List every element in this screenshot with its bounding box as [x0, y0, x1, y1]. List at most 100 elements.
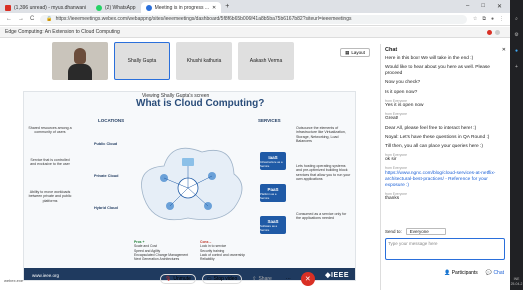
tab-whatsapp[interactable]: (2) WhatsApp — [91, 2, 141, 13]
chat-message: Till then, you all can place your querie… — [385, 143, 483, 149]
pros-list: Pros + Scale and Cost Speed and Agility … — [134, 240, 188, 261]
new-tab-button[interactable]: + — [221, 3, 233, 10]
chat-message: Would like to hear about you here as wel… — [385, 65, 490, 77]
lock-icon: 🔒 — [46, 16, 53, 22]
participant-video-tile[interactable] — [52, 42, 108, 80]
close-window-button[interactable]: ✕ — [497, 3, 502, 10]
meeting-stage: Shally Gupta Khushi kathuria Aakash Verm… — [0, 38, 380, 281]
reload-button[interactable]: C — [30, 16, 34, 22]
slide-title: What is Cloud Computing? — [136, 98, 265, 109]
close-tab-icon[interactable]: ✕ — [212, 5, 216, 11]
extensions-icon[interactable]: ⧉ — [482, 16, 486, 22]
ieee-logo: ◆IEEE — [325, 272, 349, 279]
chat-panel: Chat ✕ Here in this box! We will take in… — [380, 44, 510, 290]
status-text: webex.exe — [4, 278, 24, 283]
minimize-button[interactable]: – — [466, 3, 469, 10]
chat-message: from Everyone Great! — [385, 112, 408, 122]
gmail-icon — [5, 4, 11, 11]
participant-tiles: Shally Gupta Khushi kathuria Aakash Verm… — [52, 42, 294, 80]
chat-message: Here in this box! We will take in the en… — [385, 56, 474, 61]
mic-muted-icon: 🎙 — [165, 276, 172, 282]
tab-label: Meeting is in progress ... — [154, 4, 210, 11]
panel-buttons: 👤 Participants 💬 Chat — [380, 270, 510, 276]
right-note-paas: Lets hosting operating systems and pre-o… — [296, 164, 351, 181]
location-public: Public Cloud — [94, 142, 118, 146]
share-button[interactable]: ⇧ Share — [248, 275, 276, 283]
participant-tile-khushi[interactable]: Khushi kathuria — [176, 42, 232, 80]
right-note-saas: Consumed as a service only for the appli… — [296, 212, 347, 221]
services-heading: SERVICES — [258, 118, 281, 123]
layout-button[interactable]: ▦ Layout — [340, 48, 370, 57]
send-to-select[interactable]: Everyone — [405, 228, 446, 235]
leave-meeting-button[interactable]: ✕ — [300, 272, 315, 286]
participant-name: Khushi kathuria — [186, 58, 222, 64]
server-icon — [182, 158, 194, 166]
participant-tile-aakash[interactable]: Aakash Verma — [238, 42, 294, 80]
more-options-button[interactable]: ··· — [282, 275, 295, 283]
menu-icon[interactable]: ⋮ — [499, 16, 504, 22]
chat-message: Dear All, please feel free to interact h… — [385, 125, 477, 131]
service-saas: SaaS Software as a Service — [260, 216, 286, 234]
system-clock: INE 25-04-2 — [510, 277, 523, 286]
pro-item: Next Generation Architectures — [134, 257, 180, 261]
edge-icon[interactable]: ● — [515, 48, 518, 54]
chat-message: from Everyone Yes it is open now — [385, 98, 424, 108]
cons-list: Cons – Lock in to service Security train… — [200, 240, 245, 261]
chat-message: from Everyone ok sir — [385, 153, 408, 163]
chat-message: from Everyone thanks — [385, 191, 408, 202]
participants-icon: 👤 — [444, 270, 451, 276]
participants-button[interactable]: 👤 Participants — [444, 270, 478, 276]
left-note-private: Service that is controlled and exclusive… — [30, 158, 70, 167]
gear-icon[interactable]: ⚙ — [514, 32, 518, 38]
chat-button[interactable]: 💬 Chat — [486, 270, 504, 276]
right-note-iaas: Outsource the elements of infrastructure… — [296, 126, 346, 143]
left-note-hybrid: Ability to move workloads between privat… — [28, 190, 72, 203]
send-to-label: Send to: — [385, 229, 402, 234]
chat-close-icon[interactable]: ✕ — [502, 47, 506, 53]
chat-message: Is it open now? — [385, 89, 418, 95]
chat-message: Now you check? — [385, 80, 421, 86]
chat-link[interactable]: https://www.ngnc.com/blog/cloud-services… — [385, 171, 506, 189]
tab-webex-meeting[interactable]: Meeting is in progress ... ✕ — [140, 2, 222, 13]
participant-name: Aakash Verma — [249, 58, 283, 64]
browser-tab-bar: (1,396 unread) - myus.dhanwani (2) Whats… — [0, 0, 510, 13]
service-iaas: IaaS Infrastructure as a Service — [260, 152, 286, 170]
chat-icon: 💬 — [485, 270, 493, 276]
forward-button[interactable]: → — [18, 16, 24, 22]
tab-gmail[interactable]: (1,396 unread) - myus.dhanwani — [0, 2, 91, 13]
back-button[interactable]: ← — [6, 16, 12, 22]
share-icon: ⇧ — [252, 276, 257, 282]
maximize-button[interactable]: □ — [481, 3, 485, 10]
profile-avatar[interactable]: ● — [491, 16, 494, 22]
chat-message: Noyal: Let's have these questions in QA … — [385, 134, 490, 140]
participant-tile-shally[interactable]: Shally Gupta — [114, 42, 170, 80]
stop-video-button[interactable]: ▭ Stop video — [201, 274, 243, 284]
bookmark-star-icon[interactable]: ☆ — [473, 16, 477, 22]
tab-label: (2) WhatsApp — [105, 4, 136, 11]
camera-icon: ▭ — [206, 276, 212, 282]
con-item: Reliability — [200, 257, 215, 261]
location-hybrid: Hybrid Cloud — [94, 206, 118, 210]
chat-heading: Chat — [385, 47, 398, 53]
search-icon[interactable]: ⌕ — [515, 16, 518, 22]
chat-message-input[interactable]: Type your message here — [385, 238, 505, 260]
plus-icon[interactable]: + — [515, 64, 518, 70]
whatsapp-icon — [96, 4, 102, 11]
url-field[interactable]: 🔒 https://ieeemeetings.webex.com/webappng… — [40, 14, 467, 24]
participant-body — [68, 64, 92, 80]
os-sidebar: ⌕ ⚙ ● + INE 25-04-2 — [510, 0, 523, 290]
status-icon — [495, 29, 500, 35]
tab-label: (1,396 unread) - myus.dhanwani — [14, 4, 86, 11]
webex-icon — [145, 4, 152, 11]
address-bar-row: ← → C 🔒 https://ieeemeetings.webex.com/we… — [0, 13, 510, 26]
participant-name: Shally Gupta — [127, 58, 157, 64]
shared-slide: Viewing Shally Gupta's screen What is Cl… — [23, 91, 356, 281]
meeting-title-bar: Edge Computing: An Extension to Cloud Co… — [0, 27, 510, 38]
footer-url: www.ieee.org — [32, 272, 60, 278]
location-private: Private Cloud — [94, 174, 119, 178]
unmute-button[interactable]: 🎙 Unmute — [160, 274, 196, 284]
cloud-diagram — [141, 147, 243, 221]
meeting-title: Edge Computing: An Extension to Cloud Co… — [5, 29, 120, 35]
chat-message: from Everyone https://www.ngnc.com/blog/c… — [385, 166, 506, 188]
locations-heading: LOCATIONS — [98, 118, 125, 123]
